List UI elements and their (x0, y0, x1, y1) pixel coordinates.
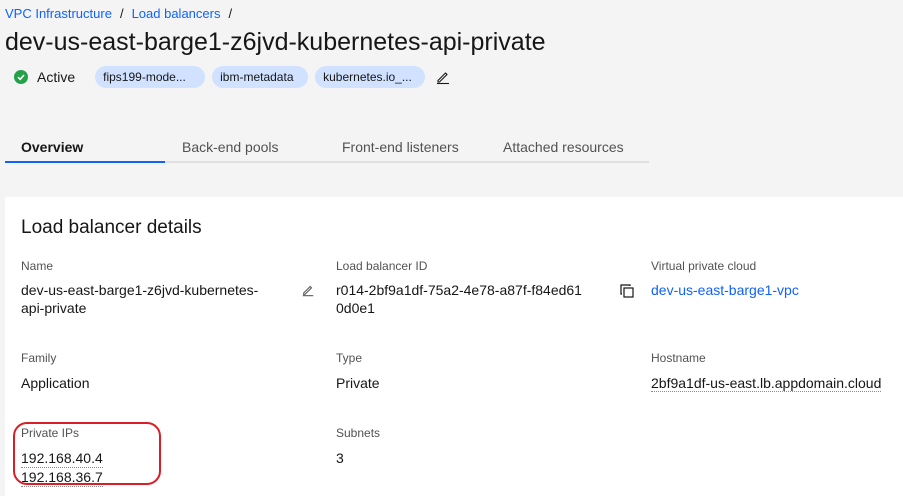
hostname-field: Hostname 2bf9a1df-us-east.lb.appdomain.c… (651, 351, 903, 392)
tab-attached-resources[interactable]: Attached resources (487, 131, 649, 163)
name-label: Name (21, 259, 54, 273)
hostname-value[interactable]: 2bf9a1df-us-east.lb.appdomain.cloud (651, 375, 882, 392)
name-field: Name dev-us-east-barge1-z6jvd-kubernetes… (21, 259, 301, 317)
type-label: Type (336, 351, 363, 365)
family-field: Family Application (21, 351, 90, 392)
type-value: Private (336, 375, 380, 391)
name-value-line1: dev-us-east-barge1-z6jvd-kubernetes- (21, 282, 259, 298)
highlight-annotation (13, 422, 161, 485)
load-balancer-id-field: Load balancer ID r014-2bf9a1df-75a2-4e78… (336, 259, 616, 317)
details-panel: Load balancer details Name dev-us-east-b… (5, 197, 903, 496)
load-balancer-id-line2: 0d0e1 (336, 300, 375, 316)
type-field: Type Private (336, 351, 380, 392)
edit-name-button[interactable] (301, 283, 315, 302)
tag-fips199[interactable]: fips199-mode... (95, 66, 206, 88)
checkmark-filled-icon (14, 70, 28, 84)
hostname-label: Hostname (651, 351, 706, 365)
page-title: dev-us-east-barge1-z6jvd-kubernetes-api-… (5, 28, 546, 56)
vpc-label: Virtual private cloud (651, 259, 757, 273)
load-balancer-id-line1: r014-2bf9a1df-75a2-4e78-a87f-f84ed61 (336, 282, 582, 298)
pencil-icon (437, 72, 450, 85)
tab-back-end-pools[interactable]: Back-end pools (165, 131, 326, 163)
subnets-field: Subnets 3 (336, 426, 380, 467)
copy-id-button[interactable] (619, 283, 635, 304)
breadcrumb-separator: / (228, 6, 233, 21)
breadcrumb-separator: / (119, 6, 124, 21)
edit-tags-button[interactable] (435, 69, 451, 85)
name-value-line2: api-private (21, 300, 87, 316)
tab-front-end-listeners[interactable]: Front-end listeners (326, 131, 487, 163)
subnets-value: 3 (336, 450, 344, 466)
status-row: Active fips199-mode... ibm-metadata kube… (14, 66, 451, 88)
load-balancer-id-label: Load balancer ID (336, 259, 428, 273)
tab-overview[interactable]: Overview (5, 131, 165, 163)
details-title: Load balancer details (21, 217, 202, 238)
breadcrumb-vpc-infrastructure[interactable]: VPC Infrastructure (5, 6, 112, 21)
family-value: Application (21, 375, 90, 391)
tab-list: Overview Back-end pools Front-end listen… (5, 131, 649, 163)
status-text: Active (37, 69, 76, 85)
breadcrumb-load-balancers[interactable]: Load balancers (132, 6, 221, 21)
tag-ibm-metadata[interactable]: ibm-metadata (212, 66, 309, 88)
tag-kubernetes[interactable]: kubernetes.io_... (315, 66, 426, 88)
vpc-field: Virtual private cloud dev-us-east-barge1… (651, 259, 901, 299)
subnets-label: Subnets (336, 426, 381, 440)
copy-icon (620, 284, 634, 298)
vpc-link[interactable]: dev-us-east-barge1-vpc (651, 281, 901, 299)
family-label: Family (21, 351, 57, 365)
breadcrumb: VPC Infrastructure / Load balancers / (5, 6, 240, 21)
pencil-icon (302, 285, 314, 297)
